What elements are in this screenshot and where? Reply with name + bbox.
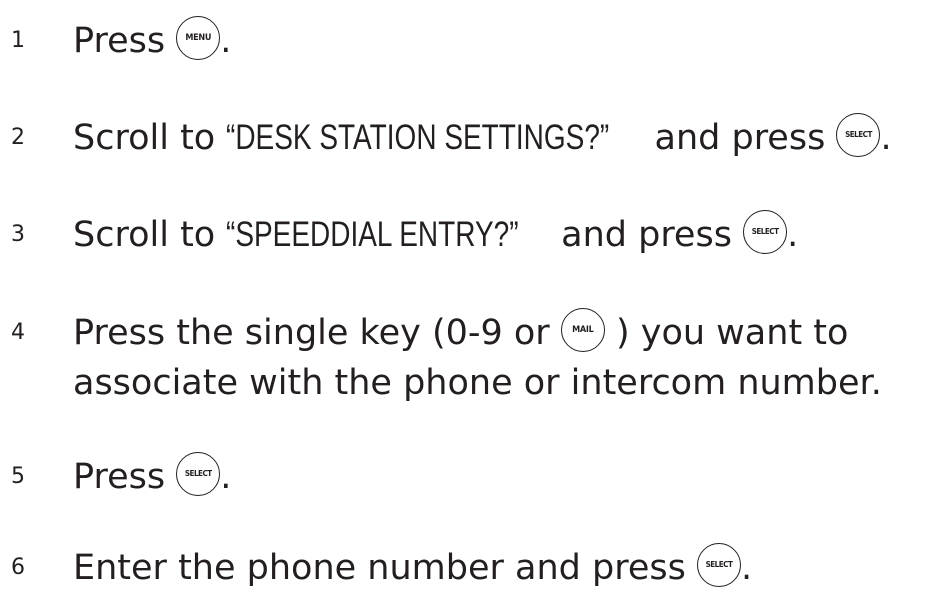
step-text-part: ) you want to [615,313,849,353]
step-number: 5 [11,464,25,489]
select-key-icon: SELECT [743,210,788,254]
step-number: 2 [11,125,25,150]
step-number: 3 [11,222,25,247]
step-number: 6 [11,555,25,580]
step-text-part: Scroll to [73,118,227,158]
step-text-part: Enter the phone number and press [73,548,686,588]
step-number: 1 [11,28,25,53]
step-text: Scroll to “SPEEDDIAL ENTRY?” and press S… [73,210,798,260]
mail-key-icon: MAIL [560,308,605,352]
step-text: Scroll to “DESK STATION SETTINGS?” and p… [73,113,892,163]
step-text-part: . [220,21,232,61]
step-text-part: Press [73,457,166,497]
step-text: Press the single key (0-9 or MAIL ) you … [73,308,848,358]
step-text: Press MENU. [73,16,231,66]
step-text-line-2: associate with the phone or intercom num… [73,363,882,403]
menu-key-icon: MENU [176,16,221,60]
step-text-part: Press the single key (0-9 or [73,313,550,353]
menu-option-name: “DESK STATION SETTINGS?” [226,118,610,157]
step-text-part: . [787,215,799,255]
step-text-part: . [740,548,753,588]
select-key-icon: SELECT [176,452,221,496]
step-number: 4 [11,320,25,345]
step-text-part: . [880,118,892,158]
step-text: Press SELECT. [73,452,231,502]
menu-option-name: “SPEEDDIAL ENTRY?” [226,215,519,254]
select-key-icon: SELECT [836,113,881,157]
step-text-part: Scroll to [73,215,227,255]
step-text-part: and press [643,118,826,158]
step-text-part: . [220,457,232,497]
step-text: Enter the phone number and press SELECT. [73,543,752,593]
step-text-part: and press [550,215,732,255]
select-key-icon: SELECT [696,543,741,587]
step-text-part: Press [73,21,166,61]
